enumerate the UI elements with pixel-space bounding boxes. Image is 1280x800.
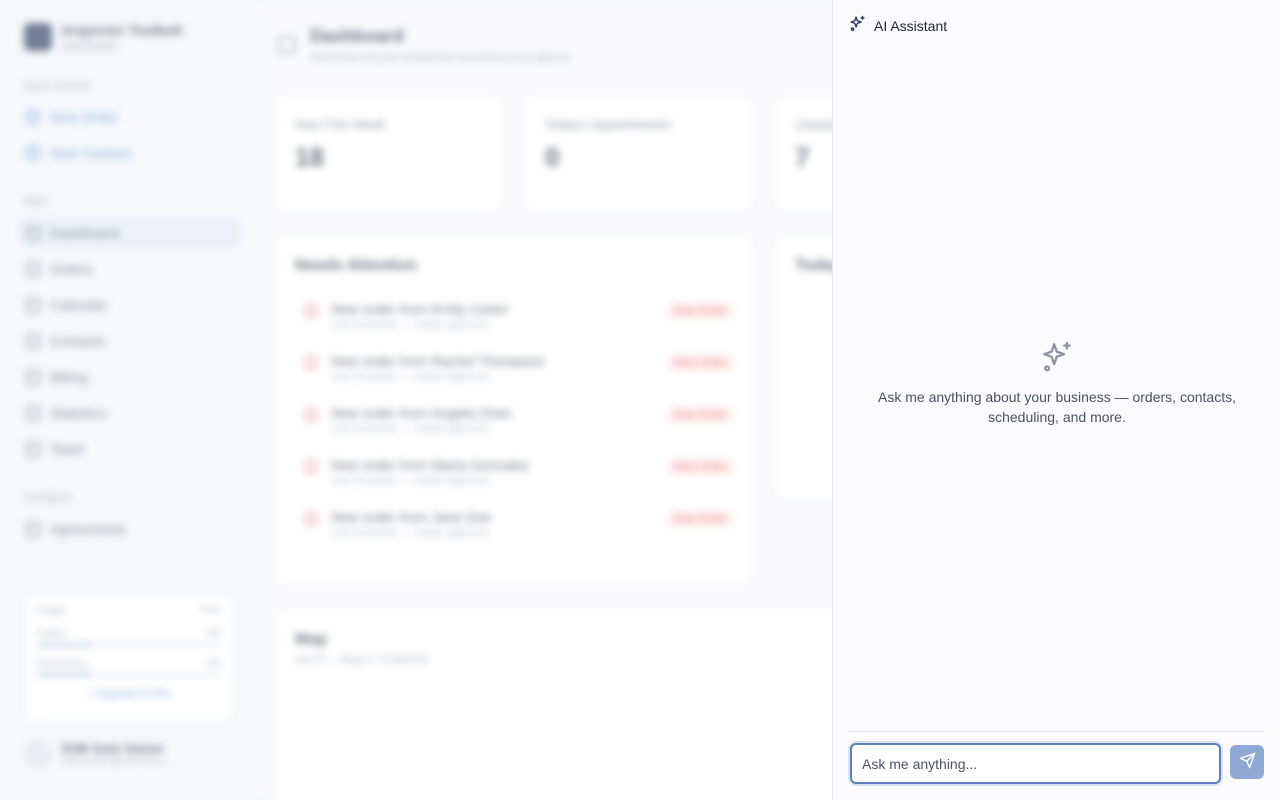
sparkles-icon	[1040, 341, 1074, 378]
send-icon	[1239, 752, 1256, 772]
chat-input[interactable]	[850, 743, 1221, 784]
assistant-header: AI Assistant	[849, 15, 948, 37]
send-button[interactable]	[1230, 745, 1264, 779]
assistant-empty-state: Ask me anything about your business — or…	[833, 340, 1280, 427]
modal-backdrop[interactable]	[0, 0, 832, 800]
assistant-title: AI Assistant	[874, 18, 948, 34]
ai-assistant-panel: AI Assistant Ask me anything about your …	[832, 0, 1280, 800]
sparkles-icon	[849, 15, 866, 37]
assistant-empty-message: Ask me anything about your business — or…	[878, 389, 1236, 425]
composer-divider	[849, 731, 1265, 732]
